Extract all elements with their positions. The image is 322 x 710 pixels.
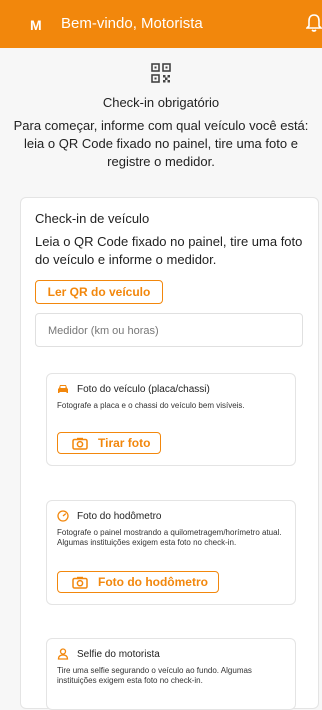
card-title: Check-in de veículo: [35, 211, 150, 226]
top-bar: M Bem-vindo, Motorista: [0, 0, 322, 48]
driver-selfie-section: Selfie do motorista Tire uma selfie segu…: [46, 638, 296, 710]
odometer-photo-description: Fotografe o painel mostrando a quilometr…: [57, 528, 282, 547]
avatar[interactable]: M: [30, 17, 42, 33]
user-icon: [57, 648, 69, 660]
qr-code-icon: [151, 63, 171, 83]
card-description: Leia o QR Code fixado no painel, tire um…: [35, 234, 303, 267]
car-icon: [58, 385, 68, 393]
checkin-heading: Check-in obrigatório: [102, 95, 220, 110]
odometer-photo-label: Foto do hodômetro: [98, 575, 208, 589]
checkin-description: Para começar, informe com qual veículo v…: [13, 118, 309, 169]
read-qr-button[interactable]: Ler QR do veículo: [35, 280, 163, 304]
odometer-photo-button[interactable]: Foto do hodômetro: [57, 571, 219, 593]
vehicle-checkin-card: Check-in de veículo Leia o QR Code fixad…: [20, 197, 319, 710]
vehicle-photo-title: Foto do veículo (placa/chassi): [77, 383, 210, 395]
driver-selfie-title: Selfie do motorista: [77, 648, 160, 660]
medidor-input[interactable]: Medidor (km ou horas): [35, 313, 303, 347]
page-title: Bem-vindo, Motorista: [61, 15, 203, 32]
take-photo-label: Tirar foto: [98, 436, 151, 450]
camera-icon: [72, 437, 88, 450]
driver-selfie-description: Tire uma selfie segurando o veículo ao f…: [57, 666, 252, 685]
gauge-icon: [57, 510, 69, 522]
camera-icon: [72, 576, 88, 589]
take-photo-button[interactable]: Tirar foto: [57, 432, 161, 454]
bell-icon[interactable]: [306, 13, 322, 33]
vehicle-photo-description: Fotografe a placa e o chassi do veículo …: [57, 401, 245, 410]
vehicle-photo-section: Foto do veículo (placa/chassi) Fotografe…: [46, 373, 296, 466]
odometer-photo-section: Foto do hodômetro Fotografe o painel mos…: [46, 500, 296, 605]
odometer-photo-title: Foto do hodômetro: [77, 510, 162, 522]
